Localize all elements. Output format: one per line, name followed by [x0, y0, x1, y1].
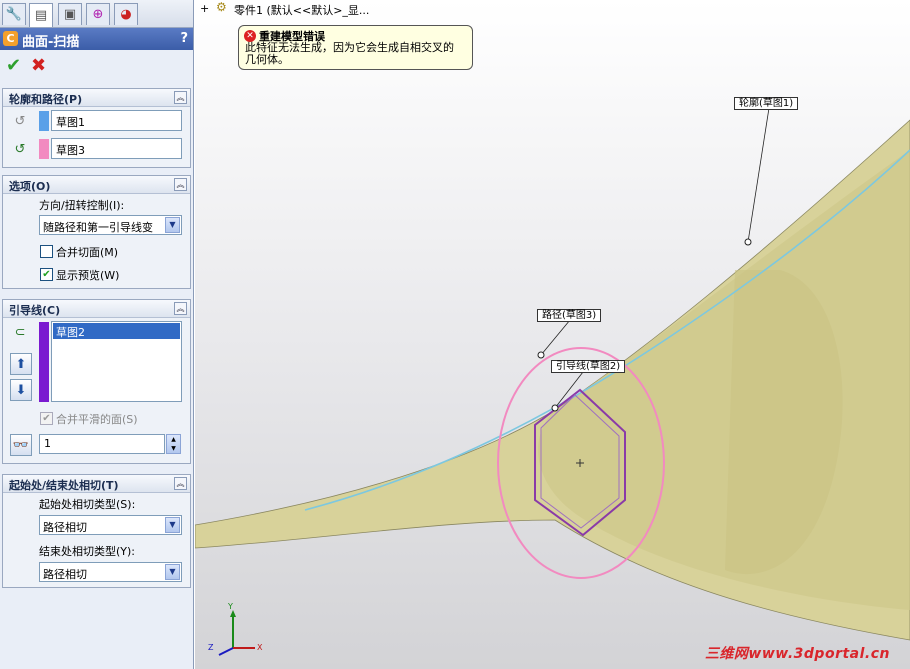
- property-manager-title-bar: C 曲面-扫描 ?: [0, 28, 193, 50]
- feature-manager-icon: 🔧: [5, 7, 23, 22]
- property-manager-tab[interactable]: ▤: [29, 3, 53, 27]
- options-header[interactable]: 选项(O) ︽: [3, 176, 190, 194]
- collapse-icon[interactable]: ︽: [174, 302, 187, 315]
- dimxpert-tab[interactable]: ⊕: [86, 3, 110, 25]
- cancel-button[interactable]: ✖: [31, 55, 46, 76]
- chevron-down-icon[interactable]: ▼: [165, 217, 180, 233]
- guide-callout[interactable]: 引导线(草图2): [551, 360, 626, 373]
- arrow-up-icon: ⬆: [15, 356, 27, 372]
- guide-curve-icon: ⊂: [14, 324, 26, 340]
- guide-color-swatch: [39, 322, 49, 402]
- orientation-select[interactable]: 随路径和第一引导线变 ▼: [39, 215, 182, 235]
- feature-title: 曲面-扫描: [22, 35, 80, 50]
- group-title: 选项(O): [9, 180, 51, 193]
- group-title: 引导线(C): [9, 304, 61, 317]
- profile-color-swatch: [39, 111, 49, 131]
- merge-tangent-label: 合并切面(M): [56, 246, 119, 259]
- graphics-area[interactable]: + ⚙ 零件1 (默认<<默认>_显... ✕ 重建模型错误 此特征无法生成，因…: [195, 0, 910, 669]
- chevron-down-icon[interactable]: ▼: [165, 564, 180, 580]
- axis-x-label: X: [257, 643, 263, 652]
- part-icon[interactable]: ⚙: [216, 0, 227, 14]
- start-tangency-select[interactable]: 路径相切 ▼: [39, 515, 182, 535]
- show-preview-label: 显示预览(W): [56, 269, 120, 282]
- profile-icon: ↺: [14, 113, 26, 129]
- end-tangency-value: 路径相切: [43, 568, 87, 581]
- watermark: 三维网www.3dportal.cn: [704, 646, 890, 662]
- collapse-icon[interactable]: ︽: [174, 477, 187, 490]
- tangency-header[interactable]: 起始处/结束处相切(T) ︽: [3, 475, 190, 493]
- property-manager-panel: 🔧 ▤ ▣ ⊕ ◕ C 曲面-扫描 ? ✔ ✖ 轮廓和路径(P) ︽ ↺ 草图1…: [0, 0, 194, 669]
- collapse-icon[interactable]: ︽: [174, 91, 187, 104]
- axis-y-label: Y: [228, 602, 233, 611]
- section-spinner[interactable]: ▲ ▼: [166, 434, 181, 454]
- manager-tabs: 🔧 ▤ ▣ ⊕ ◕: [0, 0, 193, 28]
- options-group: 选项(O) ︽ 方向/扭转控制(I): 随路径和第一引导线变 ▼ 合并切面(M)…: [2, 175, 191, 289]
- help-button[interactable]: ?: [180, 31, 188, 46]
- ok-button[interactable]: ✔: [6, 55, 21, 76]
- path-color-swatch: [39, 139, 49, 159]
- axis-triad: [218, 610, 255, 656]
- dimxpert-icon: ⊕: [92, 7, 104, 22]
- collapse-icon[interactable]: ︽: [174, 178, 187, 191]
- profile-leader: [747, 107, 770, 243]
- display-manager-icon: ◕: [120, 7, 132, 22]
- merge-tangent-checkbox[interactable]: [40, 245, 53, 258]
- start-tangency-value: 路径相切: [43, 521, 87, 534]
- tangency-group: 起始处/结束处相切(T) ︽ 起始处相切类型(S): 路径相切 ▼ 结束处相切类…: [2, 474, 191, 588]
- move-up-button[interactable]: ⬆: [10, 353, 32, 375]
- orientation-value: 随路径和第一引导线变: [43, 221, 153, 234]
- path-icon: ↺: [14, 141, 26, 157]
- expand-icon[interactable]: +: [200, 2, 209, 15]
- configuration-manager-tab[interactable]: ▣: [58, 3, 82, 25]
- display-manager-tab[interactable]: ◕: [114, 3, 138, 25]
- spin-up-icon[interactable]: ▲: [171, 436, 176, 443]
- guide-curves-header[interactable]: 引导线(C) ︽: [3, 300, 190, 318]
- profile-selection-box[interactable]: 草图1: [51, 110, 182, 131]
- profile-path-header[interactable]: 轮廓和路径(P) ︽: [3, 89, 190, 107]
- guide-curves-group: 引导线(C) ︽ ⊂ 草图2 ⬆ ⬇ ✔ 合并平滑的面(S) 👓 1 ▲ ▼: [2, 299, 191, 464]
- merge-smooth-checkbox[interactable]: ✔: [40, 412, 53, 425]
- group-title: 轮廓和路径(P): [9, 93, 83, 106]
- move-down-button[interactable]: ⬇: [10, 379, 32, 401]
- group-title: 起始处/结束处相切(T): [9, 479, 119, 492]
- merge-smooth-label: 合并平滑的面(S): [56, 413, 138, 426]
- error-message: 此特征无法生成，因为它会生成自相交叉的几何体。: [245, 41, 454, 66]
- path-selection-box[interactable]: 草图3: [51, 138, 182, 159]
- profile-callout[interactable]: 轮廓(草图1): [734, 97, 799, 110]
- rebuild-error-tooltip: ✕ 重建模型错误 此特征无法生成，因为它会生成自相交叉的几何体。: [238, 25, 473, 70]
- feature-manager-tab[interactable]: 🔧: [2, 3, 26, 25]
- model-scene[interactable]: [195, 0, 910, 669]
- chevron-down-icon[interactable]: ▼: [165, 517, 180, 533]
- guide-curve-item[interactable]: 草图2: [53, 323, 180, 339]
- end-tangency-select[interactable]: 路径相切 ▼: [39, 562, 182, 582]
- configuration-manager-icon: ▣: [63, 7, 77, 22]
- part-name[interactable]: 零件1 (默认<<默认>_显...: [234, 2, 369, 18]
- glasses-icon: 👓: [12, 437, 30, 453]
- guide-curve-list[interactable]: 草图2: [51, 321, 182, 402]
- show-sections-button[interactable]: 👓: [10, 434, 32, 456]
- property-manager-icon: ▤: [34, 8, 48, 23]
- arrow-down-icon: ⬇: [15, 382, 27, 398]
- sweep-surface-icon: C: [3, 31, 18, 46]
- path-callout[interactable]: 路径(草图3): [537, 309, 602, 322]
- start-tangency-label: 起始处相切类型(S):: [39, 498, 136, 511]
- axis-z-label: Z: [208, 643, 214, 652]
- spin-down-icon[interactable]: ▼: [171, 445, 176, 452]
- orientation-label: 方向/扭转控制(I):: [39, 199, 125, 212]
- show-preview-checkbox[interactable]: ✔: [40, 268, 53, 281]
- end-tangency-label: 结束处相切类型(Y):: [39, 545, 136, 558]
- section-number-input[interactable]: 1: [39, 434, 165, 454]
- profile-path-group: 轮廓和路径(P) ︽ ↺ 草图1 ↺ 草图3: [2, 88, 191, 168]
